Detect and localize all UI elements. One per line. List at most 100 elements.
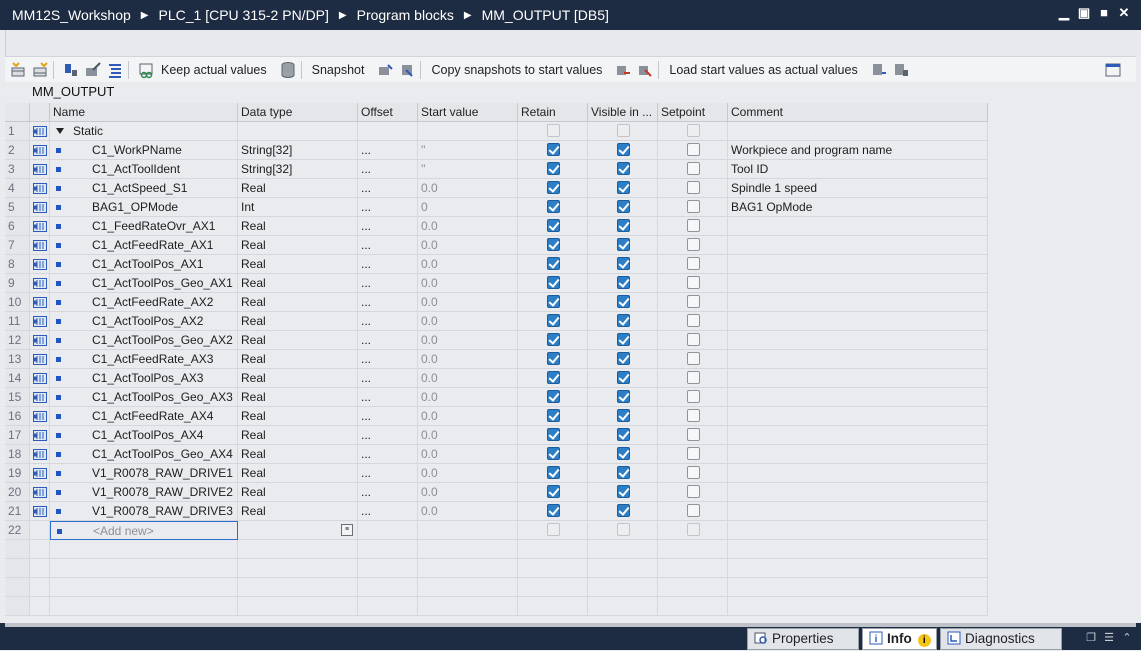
tag-name-cell[interactable]: C1_ActSpeed_S1 — [50, 179, 238, 198]
database-icon[interactable] — [279, 61, 297, 79]
comment-cell[interactable]: Tool ID — [728, 160, 988, 179]
copy-snapshot-icon[interactable] — [614, 61, 632, 79]
collapse-panel-icon[interactable]: ⌃ — [1121, 632, 1133, 644]
setpoint-checkbox[interactable] — [687, 257, 700, 270]
visible-checkbox[interactable] — [617, 257, 630, 270]
retain-checkbox[interactable] — [547, 409, 560, 422]
comment-cell[interactable]: Spindle 1 speed — [728, 179, 988, 198]
setpoint-checkbox[interactable] — [687, 219, 700, 232]
data-type-cell[interactable]: Real — [238, 502, 358, 521]
start-value-cell[interactable]: 0.0 — [418, 388, 518, 407]
tag-name-cell[interactable]: C1_ActToolPos_AX1 — [50, 255, 238, 274]
tag-name-cell[interactable]: BAG1_OPMode — [50, 198, 238, 217]
visible-checkbox[interactable] — [617, 238, 630, 251]
copy-snapshot-all-icon[interactable] — [636, 61, 654, 79]
setpoint-checkbox[interactable] — [687, 523, 700, 536]
start-value-cell[interactable]: 0.0 — [418, 464, 518, 483]
start-value-cell[interactable]: 0.0 — [418, 331, 518, 350]
comment-cell[interactable] — [728, 331, 988, 350]
setpoint-checkbox[interactable] — [687, 124, 700, 137]
visible-checkbox[interactable] — [617, 447, 630, 460]
visible-checkbox[interactable] — [617, 390, 630, 403]
tag-name-cell[interactable]: C1_ActToolPos_AX4 — [50, 426, 238, 445]
float-window-icon[interactable]: ▣ — [1077, 6, 1091, 20]
setpoint-checkbox[interactable] — [687, 466, 700, 479]
comment-cell[interactable] — [728, 255, 988, 274]
setpoint-checkbox[interactable] — [687, 200, 700, 213]
setpoint-checkbox[interactable] — [687, 390, 700, 403]
setpoint-checkbox[interactable] — [687, 276, 700, 289]
visible-checkbox[interactable] — [617, 352, 630, 365]
breadcrumb-plc[interactable]: PLC_1 [CPU 315-2 PN/DP] — [159, 7, 329, 23]
table-row[interactable]: 6 C1_FeedRateOvr_AX1 Real... 0.0 — [5, 217, 988, 236]
comment-cell[interactable] — [728, 445, 988, 464]
load-values-icon[interactable] — [870, 61, 888, 79]
visible-checkbox[interactable] — [617, 523, 630, 536]
column-header-offset[interactable]: Offset — [358, 103, 418, 122]
data-type-cell[interactable]: Real — [238, 331, 358, 350]
visible-checkbox[interactable] — [617, 485, 630, 498]
table-row[interactable]: 1 Static — [5, 122, 988, 141]
visible-checkbox[interactable] — [617, 219, 630, 232]
setpoint-checkbox[interactable] — [687, 409, 700, 422]
tag-name-cell[interactable]: C1_ActToolPos_AX2 — [50, 312, 238, 331]
setpoint-checkbox[interactable] — [687, 371, 700, 384]
insert-row-icon[interactable] — [9, 61, 27, 79]
float-panel-icon[interactable]: ❐ — [1085, 632, 1097, 644]
data-type-cell[interactable]: Real — [238, 407, 358, 426]
table-row[interactable]: 12 C1_ActToolPos_Geo_AX2 Real... 0.0 — [5, 331, 988, 350]
data-type-cell[interactable]: Real — [238, 445, 358, 464]
load-values-all-icon[interactable] — [892, 61, 910, 79]
table-row[interactable]: 7 C1_ActFeedRate_AX1 Real... 0.0 — [5, 236, 988, 255]
start-value-cell[interactable]: '' — [418, 141, 518, 160]
tag-name-cell[interactable]: C1_WorkPName — [50, 141, 238, 160]
start-value-cell[interactable]: 0.0 — [418, 502, 518, 521]
retain-checkbox[interactable] — [547, 352, 560, 365]
retain-checkbox[interactable] — [547, 295, 560, 308]
comment-cell[interactable]: Workpiece and program name — [728, 141, 988, 160]
data-type-cell[interactable]: Real — [238, 274, 358, 293]
maximize-icon[interactable]: ■ — [1097, 6, 1111, 20]
tag-name-cell[interactable]: C1_ActFeedRate_AX4 — [50, 407, 238, 426]
column-header-start-value[interactable]: Start value — [418, 103, 518, 122]
retain-checkbox[interactable] — [547, 314, 560, 327]
table-row[interactable]: 20 V1_R0078_RAW_DRIVE2 Real... 0.0 — [5, 483, 988, 502]
visible-checkbox[interactable] — [617, 200, 630, 213]
data-type-cell[interactable]: Real — [238, 312, 358, 331]
data-type-cell[interactable]: Real — [238, 217, 358, 236]
table-row[interactable]: 11 C1_ActToolPos_AX2 Real... 0.0 — [5, 312, 988, 331]
retain-checkbox[interactable] — [547, 523, 560, 536]
visible-checkbox[interactable] — [617, 466, 630, 479]
comment-cell[interactable] — [728, 122, 988, 141]
expand-arrow-icon[interactable] — [56, 128, 64, 134]
table-row[interactable]: 3 C1_ActToolIdent String[32]... '' Tool ID — [5, 160, 988, 179]
data-type-cell[interactable]: Real — [238, 293, 358, 312]
setpoint-checkbox[interactable] — [687, 428, 700, 441]
data-type-cell[interactable]: ≡ — [238, 521, 358, 540]
visible-checkbox[interactable] — [617, 504, 630, 517]
breadcrumb-program-blocks[interactable]: Program blocks — [357, 7, 454, 23]
comment-cell[interactable]: BAG1 OpMode — [728, 198, 988, 217]
visible-checkbox[interactable] — [617, 333, 630, 346]
data-type-cell[interactable]: String[32] — [238, 141, 358, 160]
retain-checkbox[interactable] — [547, 428, 560, 441]
start-value-cell[interactable]: 0.0 — [418, 350, 518, 369]
setpoint-checkbox[interactable] — [687, 447, 700, 460]
table-row[interactable]: 22 <Add new> ≡ — [5, 521, 988, 540]
table-row[interactable]: 19 V1_R0078_RAW_DRIVE1 Real... 0.0 — [5, 464, 988, 483]
tag-name-cell[interactable]: C1_ActToolPos_Geo_AX1 — [50, 274, 238, 293]
setpoint-checkbox[interactable] — [687, 238, 700, 251]
setpoint-checkbox[interactable] — [687, 181, 700, 194]
retain-checkbox[interactable] — [547, 371, 560, 384]
start-value-cell[interactable]: 0.0 — [418, 369, 518, 388]
snapshot-camera-icon[interactable] — [376, 61, 394, 79]
type-list-button-icon[interactable]: ≡ — [341, 524, 353, 536]
retain-checkbox[interactable] — [547, 333, 560, 346]
comment-cell[interactable] — [728, 369, 988, 388]
comment-cell[interactable] — [728, 293, 988, 312]
visible-checkbox[interactable] — [617, 371, 630, 384]
start-value-cell[interactable]: 0.0 — [418, 274, 518, 293]
retain-checkbox[interactable] — [547, 238, 560, 251]
table-row[interactable]: 21 V1_R0078_RAW_DRIVE3 Real... 0.0 — [5, 502, 988, 521]
breadcrumb-project[interactable]: MM12S_Workshop — [12, 7, 131, 23]
